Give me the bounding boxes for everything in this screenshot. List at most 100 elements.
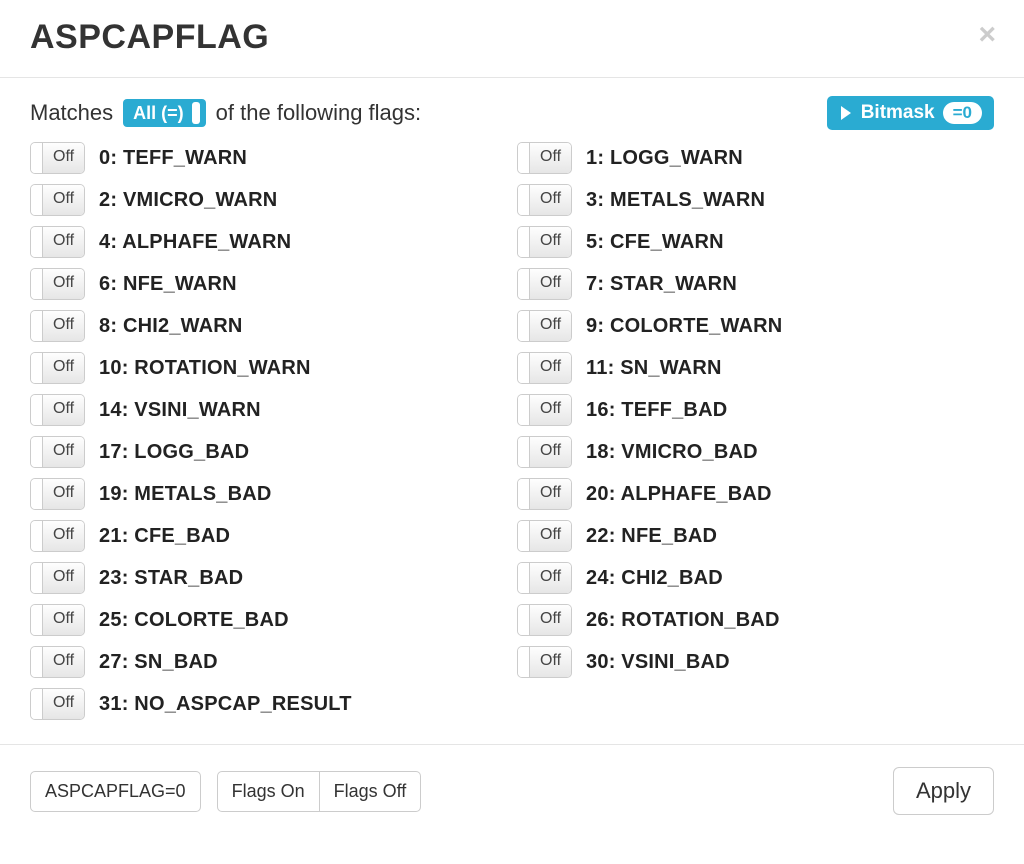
flag-state-label: Off [43, 311, 84, 341]
flag-toggle[interactable]: Off [517, 268, 572, 300]
flag-state-label: Off [43, 521, 84, 551]
flag-toggle[interactable]: Off [517, 646, 572, 678]
flag-toggle[interactable]: Off [517, 352, 572, 384]
toggle-knob-icon [518, 353, 530, 383]
flag-toggle[interactable]: Off [30, 478, 85, 510]
flag-label: 30: VSINI_BAD [586, 651, 730, 674]
flag-label: 19: METALS_BAD [99, 483, 271, 506]
match-mode-toggle[interactable]: All (=) [123, 99, 206, 127]
flag-state-label: Off [530, 269, 571, 299]
flag-toggle[interactable]: Off [30, 436, 85, 468]
toggle-knob-icon [31, 311, 43, 341]
flag-state-label: Off [530, 311, 571, 341]
match-mode-label: All (=) [133, 103, 184, 124]
flag-toggle[interactable]: Off [517, 520, 572, 552]
flag-row: Off10: ROTATION_WARN [30, 352, 507, 384]
flag-toggle[interactable]: Off [517, 310, 572, 342]
flag-toggle[interactable]: Off [517, 184, 572, 216]
apply-button[interactable]: Apply [893, 767, 994, 815]
flag-toggle[interactable]: Off [30, 184, 85, 216]
flag-state-label: Off [530, 437, 571, 467]
flag-label: 23: STAR_BAD [99, 567, 243, 590]
close-icon[interactable]: × [978, 20, 996, 50]
flag-toggle[interactable]: Off [517, 436, 572, 468]
flag-label: 5: CFE_WARN [586, 231, 724, 254]
flag-label: 17: LOGG_BAD [99, 441, 249, 464]
toggle-knob-icon [31, 605, 43, 635]
flag-modal: ASPCAPFLAG × Matches All (=) of the foll… [0, 0, 1024, 837]
matches-control: Matches All (=) of the following flags: [30, 99, 421, 127]
flag-toggle[interactable]: Off [30, 688, 85, 720]
flag-toggle[interactable]: Off [30, 268, 85, 300]
flag-label: 1: LOGG_WARN [586, 147, 743, 170]
play-icon [841, 106, 851, 120]
flag-toggle[interactable]: Off [30, 520, 85, 552]
flags-on-button[interactable]: Flags On [217, 771, 320, 812]
flag-row: Off 4: ALPHAFE_WARN [30, 226, 507, 258]
flag-state-label: Off [530, 227, 571, 257]
flag-label: 4: ALPHAFE_WARN [99, 231, 291, 254]
flag-toggle[interactable]: Off [517, 226, 572, 258]
flag-label: 7: STAR_WARN [586, 273, 737, 296]
toggle-knob-icon [518, 605, 530, 635]
flag-toggle[interactable]: Off [517, 142, 572, 174]
modal-footer: ASPCAPFLAG=0 Flags On Flags Off Apply [0, 744, 1024, 837]
flag-toggle[interactable]: Off [517, 478, 572, 510]
toggle-knob-icon [518, 311, 530, 341]
flag-toggle[interactable]: Off [30, 142, 85, 174]
flag-label: 31: NO_ASPCAP_RESULT [99, 693, 352, 716]
bitmask-label: Bitmask [861, 102, 935, 124]
flag-toggle[interactable]: Off [30, 562, 85, 594]
flag-state-label: Off [530, 479, 571, 509]
flag-toggle[interactable]: Off [30, 604, 85, 636]
bitmask-button[interactable]: Bitmask =0 [827, 96, 994, 130]
flag-state-label: Off [530, 647, 571, 677]
flag-toggle[interactable]: Off [30, 394, 85, 426]
flag-state-label: Off [530, 395, 571, 425]
flag-state-label: Off [43, 605, 84, 635]
flag-row: Off 30: VSINI_BAD [517, 646, 994, 678]
flag-row: Off21: CFE_BAD [30, 520, 507, 552]
toggle-knob-icon [518, 563, 530, 593]
flag-row: Off 19: METALS_BAD [30, 478, 507, 510]
modal-header: ASPCAPFLAG × [0, 0, 1024, 78]
flags-off-button[interactable]: Flags Off [320, 771, 422, 812]
expression-display[interactable]: ASPCAPFLAG=0 [30, 771, 201, 812]
flag-state-label: Off [530, 521, 571, 551]
toggle-knob-icon [31, 185, 43, 215]
flag-row: Off 7: STAR_WARN [517, 268, 994, 300]
flag-row: Off0: TEFF_WARN [30, 142, 507, 174]
flag-toggle[interactable]: Off [30, 646, 85, 678]
flag-row: Off 6: NFE_WARN [30, 268, 507, 300]
flag-state-label: Off [43, 227, 84, 257]
flag-state-label: Off [530, 143, 571, 173]
flag-label: 25: COLORTE_BAD [99, 609, 289, 632]
flag-toggle[interactable]: Off [30, 226, 85, 258]
toggle-knob-icon [518, 647, 530, 677]
flag-state-label: Off [43, 353, 84, 383]
toggle-knob-icon [518, 521, 530, 551]
flag-toggle[interactable]: Off [517, 562, 572, 594]
flag-toggle[interactable]: Off [30, 352, 85, 384]
flag-toggle[interactable]: Off [517, 604, 572, 636]
flag-toggle[interactable]: Off [517, 394, 572, 426]
flag-row: Off 31: NO_ASPCAP_RESULT [30, 688, 507, 720]
flag-row: Off 1: LOGG_WARN [517, 142, 994, 174]
flag-row: Off27: SN_BAD [30, 646, 507, 678]
flag-row: Off 18: VMICRO_BAD [517, 436, 994, 468]
flag-row: Off14: VSINI_WARN [30, 394, 507, 426]
flag-label: 22: NFE_BAD [586, 525, 717, 548]
flag-row: Off24: CHI2_BAD [517, 562, 994, 594]
flag-state-label: Off [530, 563, 571, 593]
flag-state-label: Off [43, 647, 84, 677]
flag-state-label: Off [43, 185, 84, 215]
toggle-knob-icon [518, 227, 530, 257]
flag-toggle[interactable]: Off [30, 310, 85, 342]
flag-row: Off20: ALPHAFE_BAD [517, 478, 994, 510]
toggle-knob-icon [518, 479, 530, 509]
toggle-knob-icon [31, 689, 43, 719]
flag-label: 18: VMICRO_BAD [586, 441, 758, 464]
bitmask-value-pill: =0 [943, 102, 982, 124]
flag-label: 6: NFE_WARN [99, 273, 237, 296]
toggle-knob-icon [31, 479, 43, 509]
